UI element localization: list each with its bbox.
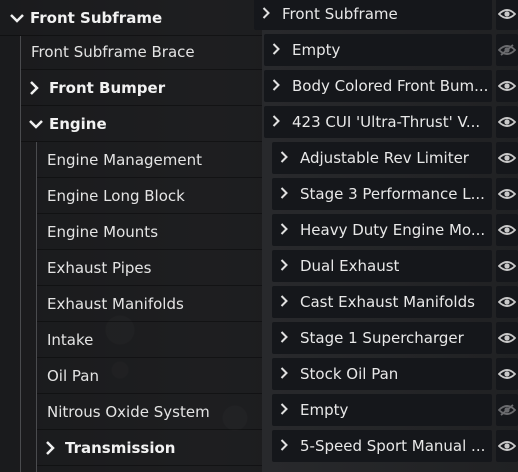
tree-item-engine-management[interactable]: Engine Management — [37, 142, 262, 178]
part-dropdown-value: Adjustable Rev Limiter — [300, 149, 469, 167]
eye-icon[interactable] — [496, 0, 518, 30]
chevron-right-icon[interactable] — [45, 440, 61, 455]
chevron-right-icon — [280, 330, 294, 346]
tree-item-front-subframe-brace[interactable]: Front Subframe Brace — [21, 34, 262, 70]
part-dropdown[interactable]: Cast Exhaust Manifolds — [272, 286, 492, 318]
parts-configurator: Front Subframe Front Subframe Brace Fron… — [0, 0, 518, 472]
tree-item-oil-pan[interactable]: Oil Pan — [37, 358, 262, 394]
tree-item-engine-long-block[interactable]: Engine Long Block — [37, 178, 262, 214]
part-dropdown-value: Dual Exhaust — [300, 257, 400, 275]
part-dropdown[interactable]: Stage 3 Performance L... — [272, 178, 492, 210]
chevron-right-icon — [280, 258, 294, 274]
tree-item-transmission[interactable]: Transmission — [37, 430, 262, 466]
eye-icon[interactable] — [496, 358, 518, 390]
part-dropdown-value: 423 CUI 'Ultra-Thrust' V... — [292, 113, 481, 131]
eye-icon[interactable] — [496, 430, 518, 462]
part-dropdown[interactable]: Body Colored Front Bum... — [264, 70, 492, 102]
part-dropdown-value: Stage 3 Performance L... — [300, 185, 485, 203]
tree-item-front-bumper[interactable]: Front Bumper — [21, 70, 262, 106]
chevron-right-icon — [280, 150, 294, 166]
tree-item-front-subframe[interactable]: Front Subframe — [0, 0, 262, 36]
part-dropdown[interactable]: Front Subframe — [254, 0, 492, 30]
part-dropdown[interactable]: Stock Oil Pan — [272, 358, 492, 390]
chevron-right-icon — [280, 186, 294, 202]
tree-item-label: Exhaust Manifolds — [47, 294, 184, 313]
eye-icon[interactable] — [496, 142, 518, 174]
parts-tree: Front Subframe Front Subframe Brace Fron… — [0, 0, 262, 472]
tree-item-intake[interactable]: Intake — [37, 322, 262, 358]
part-dropdown[interactable]: Adjustable Rev Limiter — [272, 142, 492, 174]
chevron-right-icon — [280, 438, 294, 454]
eye-icon[interactable] — [496, 214, 518, 246]
part-dropdown-value: Empty — [300, 401, 349, 419]
tree-item-label: Front Subframe Brace — [31, 42, 195, 61]
tree-item-engine-mounts[interactable]: Engine Mounts — [37, 214, 262, 250]
chevron-down-icon[interactable] — [10, 13, 26, 23]
part-dropdown-value: Front Subframe — [282, 5, 398, 23]
part-dropdown[interactable]: Dual Exhaust — [272, 250, 492, 282]
part-dropdown-value: Stock Oil Pan — [300, 365, 399, 383]
part-dropdown-value: Body Colored Front Bum... — [292, 77, 489, 95]
part-selectors: Front Subframe Empty Body Colored Front Bu… — [246, 0, 518, 472]
tree-item-label: Front Subframe — [30, 8, 163, 27]
tree-item-exhaust-manifolds[interactable]: Exhaust Manifolds — [37, 286, 262, 322]
chevron-right-icon — [262, 6, 276, 22]
chevron-right-icon[interactable] — [29, 80, 45, 95]
part-dropdown[interactable]: 5-Speed Sport Manual ... — [272, 430, 492, 462]
tree-item-label: Exhaust Pipes — [47, 258, 152, 277]
chevron-right-icon — [280, 402, 294, 418]
eye-icon[interactable] — [496, 322, 518, 354]
tree-item-label: Engine Long Block — [47, 186, 185, 205]
eye-icon[interactable] — [496, 178, 518, 210]
part-dropdown-value: Stage 1 Supercharger — [300, 329, 464, 347]
tree-item-exhaust-pipes[interactable]: Exhaust Pipes — [37, 250, 262, 286]
tree-item-engine[interactable]: Engine — [21, 106, 262, 142]
tree-item-label: Oil Pan — [47, 366, 99, 385]
tree-item-label: Engine — [49, 114, 107, 133]
tree-item-label: Engine Mounts — [47, 222, 159, 241]
part-dropdown-value: Empty — [292, 41, 341, 59]
tree-item-label: Intake — [47, 330, 94, 349]
eye-icon[interactable] — [496, 70, 518, 102]
eye-icon[interactable] — [496, 106, 518, 138]
chevron-right-icon — [280, 222, 294, 238]
part-dropdown-value: Cast Exhaust Manifolds — [300, 293, 475, 311]
part-dropdown[interactable]: Stage 1 Supercharger — [272, 322, 492, 354]
tree-item-label: Front Bumper — [49, 78, 166, 97]
part-dropdown[interactable]: 423 CUI 'Ultra-Thrust' V... — [264, 106, 492, 138]
eye-icon[interactable] — [496, 286, 518, 318]
tree-item-nitrous-oxide-system[interactable]: Nitrous Oxide System — [37, 394, 262, 430]
part-dropdown[interactable]: Empty — [264, 34, 492, 66]
chevron-down-icon[interactable] — [29, 119, 45, 129]
eye-slash-icon[interactable] — [496, 34, 518, 66]
eye-slash-icon[interactable] — [496, 394, 518, 426]
eye-icon[interactable] — [496, 250, 518, 282]
chevron-right-icon — [272, 114, 286, 130]
chevron-right-icon — [280, 366, 294, 382]
tree-item-label: Engine Management — [47, 150, 202, 169]
chevron-right-icon — [272, 42, 286, 58]
tree-item-label: Transmission — [65, 438, 176, 457]
chevron-right-icon — [280, 294, 294, 310]
part-dropdown[interactable]: Heavy Duty Engine Mo... — [272, 214, 492, 246]
part-dropdown[interactable]: Empty — [272, 394, 492, 426]
chevron-right-icon — [272, 78, 286, 94]
part-dropdown-value: 5-Speed Sport Manual ... — [300, 437, 486, 455]
tree-item-label: Nitrous Oxide System — [47, 402, 210, 421]
part-dropdown-value: Heavy Duty Engine Mo... — [300, 221, 486, 239]
